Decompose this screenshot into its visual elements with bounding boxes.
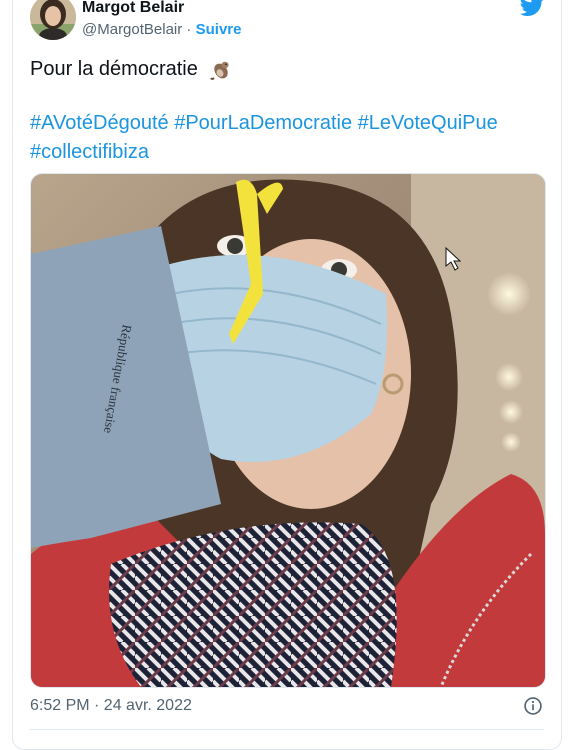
otter-emoji xyxy=(210,61,230,80)
hashtag-link[interactable]: #collectifibiza xyxy=(30,141,149,163)
selfie-image: République française xyxy=(31,174,545,687)
footer-divider xyxy=(30,729,544,730)
author-handle[interactable]: @MargotBelair xyxy=(82,21,182,38)
author-meta: @MargotBelair · Suivre xyxy=(82,21,241,38)
hashtag-link[interactable]: #AVotéDégouté xyxy=(30,112,169,134)
hashtag-list: #AVotéDégouté #PourLaDemocratie #LeVoteQ… xyxy=(30,109,550,167)
info-icon[interactable] xyxy=(523,696,543,716)
tweet-text: Pour la démocratie xyxy=(30,56,233,82)
tweet-text-content: Pour la démocratie xyxy=(30,58,198,80)
tweet-timestamp[interactable]: 6:52 PM · 24 avr. 2022 xyxy=(30,697,192,715)
hashtag-link[interactable]: #LeVoteQuiPue xyxy=(358,112,498,134)
meta-separator: · xyxy=(182,21,196,38)
tweet-photo[interactable]: République française xyxy=(30,173,546,688)
hashtag-link[interactable]: #PourLaDemocratie xyxy=(174,112,352,134)
author-name[interactable]: Margot Belair xyxy=(82,0,184,17)
twitter-bird-icon[interactable] xyxy=(519,0,545,18)
follow-button[interactable]: Suivre xyxy=(196,21,242,38)
